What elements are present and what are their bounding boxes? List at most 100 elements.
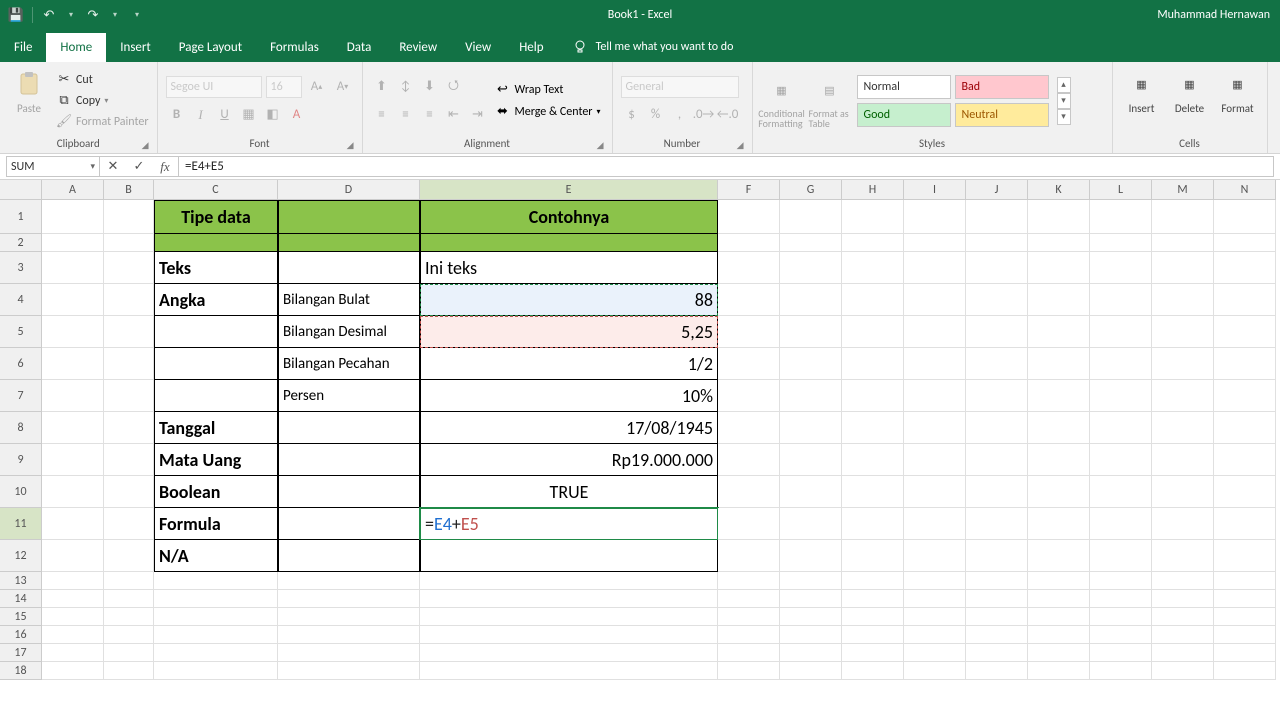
cell-J17[interactable] [966,644,1028,662]
cell-K14[interactable] [1028,590,1090,608]
cell-G12[interactable] [780,540,842,572]
row-header-1[interactable]: 1 [0,200,42,234]
cell-D1[interactable] [278,200,420,234]
cell-J12[interactable] [966,540,1028,572]
cell-F18[interactable] [718,662,780,680]
copy-button[interactable]: ⧉Copy▾ [56,92,149,110]
cell-I2[interactable] [904,234,966,252]
tell-me-search[interactable]: Tell me what you want to do [558,32,748,62]
cell-E8[interactable]: 17/08/1945 [420,412,718,444]
cell-I11[interactable] [904,508,966,540]
qat-customize[interactable]: ▾ [129,7,145,23]
save-icon[interactable]: 💾 [8,7,24,23]
column-header-N[interactable]: N [1214,180,1276,200]
cell-D17[interactable] [278,644,420,662]
cell-J6[interactable] [966,348,1028,380]
cell-E18[interactable] [420,662,718,680]
cell-L4[interactable] [1090,284,1152,316]
cell-L1[interactable] [1090,200,1152,234]
cell-B5[interactable] [104,316,154,348]
cell-L17[interactable] [1090,644,1152,662]
cell-F13[interactable] [718,572,780,590]
cell-H3[interactable] [842,252,904,284]
cell-J4[interactable] [966,284,1028,316]
cell-F12[interactable] [718,540,780,572]
cell-E11[interactable]: =E4+E5 [420,508,718,540]
cell-A13[interactable] [42,572,104,590]
tab-data[interactable]: Data [333,33,386,62]
cell-I10[interactable] [904,476,966,508]
cell-N7[interactable] [1214,380,1276,412]
cell-B10[interactable] [104,476,154,508]
cell-E15[interactable] [420,608,718,626]
italic-button[interactable]: I [190,104,212,126]
cell-C7[interactable] [154,380,278,412]
cell-L5[interactable] [1090,316,1152,348]
cell-H11[interactable] [842,508,904,540]
cell-H13[interactable] [842,572,904,590]
cell-F6[interactable] [718,348,780,380]
decrease-indent-button[interactable]: ⇤ [443,104,465,126]
cell-A1[interactable] [42,200,104,234]
cell-J7[interactable] [966,380,1028,412]
cell-M16[interactable] [1152,626,1214,644]
cell-K6[interactable] [1028,348,1090,380]
cell-M9[interactable] [1152,444,1214,476]
cell-J18[interactable] [966,662,1028,680]
tab-view[interactable]: View [451,33,505,62]
bold-button[interactable]: B [166,104,188,126]
cell-B3[interactable] [104,252,154,284]
cell-K7[interactable] [1028,380,1090,412]
cell-M2[interactable] [1152,234,1214,252]
accounting-format-button[interactable]: $ [621,104,643,126]
cell-J15[interactable] [966,608,1028,626]
cell-D18[interactable] [278,662,420,680]
cell-C13[interactable] [154,572,278,590]
cell-G4[interactable] [780,284,842,316]
cancel-formula-button[interactable]: ✕ [100,159,126,174]
cell-G10[interactable] [780,476,842,508]
row-header-11[interactable]: 11 [0,508,42,540]
cell-C15[interactable] [154,608,278,626]
cell-C12[interactable]: N/A [154,540,278,572]
cell-G15[interactable] [780,608,842,626]
cell-K3[interactable] [1028,252,1090,284]
cell-A14[interactable] [42,590,104,608]
align-middle-button[interactable]: ↕ [395,76,417,98]
cell-C2[interactable] [154,234,278,252]
cell-H8[interactable] [842,412,904,444]
cell-G8[interactable] [780,412,842,444]
cell-K16[interactable] [1028,626,1090,644]
cell-I7[interactable] [904,380,966,412]
cell-L15[interactable] [1090,608,1152,626]
row-header-3[interactable]: 3 [0,252,42,284]
cell-L18[interactable] [1090,662,1152,680]
cell-A4[interactable] [42,284,104,316]
cell-K5[interactable] [1028,316,1090,348]
cell-N11[interactable] [1214,508,1276,540]
cell-G18[interactable] [780,662,842,680]
cell-N1[interactable] [1214,200,1276,234]
cell-E1[interactable]: Contohnya [420,200,718,234]
tab-insert[interactable]: Insert [106,33,165,62]
cell-G5[interactable] [780,316,842,348]
alignment-launcher[interactable]: ◢ [597,140,604,151]
cell-D9[interactable] [278,444,420,476]
cell-A9[interactable] [42,444,104,476]
cell-N12[interactable] [1214,540,1276,572]
cell-L16[interactable] [1090,626,1152,644]
tab-review[interactable]: Review [385,33,451,62]
row-header-18[interactable]: 18 [0,662,42,680]
cell-D5[interactable]: Bilangan Desimal [278,316,420,348]
cell-I1[interactable] [904,200,966,234]
enter-formula-button[interactable]: ✓ [126,159,152,174]
style-good[interactable]: Good [857,103,951,127]
cell-G13[interactable] [780,572,842,590]
row-header-8[interactable]: 8 [0,412,42,444]
cell-F3[interactable] [718,252,780,284]
cell-I6[interactable] [904,348,966,380]
cell-K18[interactable] [1028,662,1090,680]
cell-D11[interactable] [278,508,420,540]
cell-L10[interactable] [1090,476,1152,508]
font-color-button[interactable]: A [286,104,308,126]
